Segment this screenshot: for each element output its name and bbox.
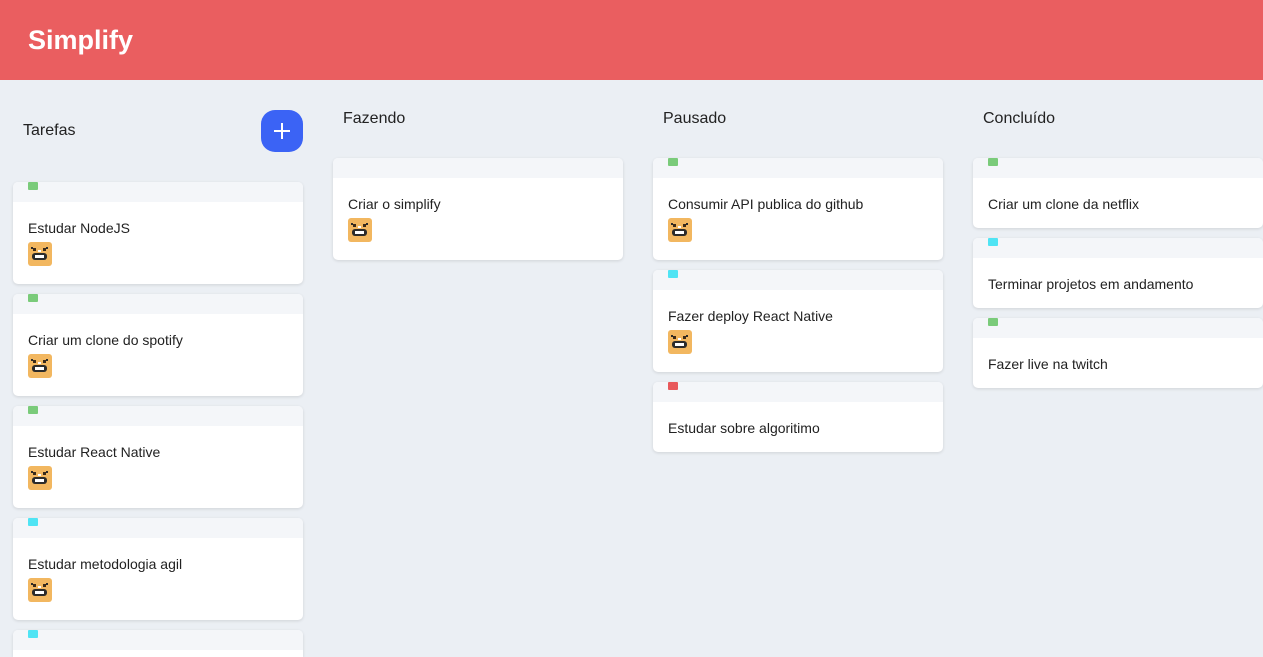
task-card[interactable]: Estudar NodeJS [13, 182, 303, 284]
label-tag [28, 294, 38, 302]
avatar-icon [28, 354, 52, 378]
label-tag [668, 270, 678, 278]
task-title: Terminar projetos em andamento [988, 276, 1194, 292]
column-title: Pausado [663, 110, 727, 127]
avatar-icon [348, 218, 372, 242]
label-tag [28, 406, 38, 414]
label-tag [988, 318, 998, 326]
app-title: Simplify [28, 25, 134, 55]
task-title: Estudar sobre algoritimo [668, 420, 820, 436]
column-title: Fazendo [343, 110, 406, 127]
avatar-icon [28, 242, 52, 266]
task-title: Criar o simplify [348, 196, 441, 212]
task-card[interactable]: Fazer deploy React Native [653, 270, 943, 372]
label-tag [28, 518, 38, 526]
plus-icon [274, 123, 290, 139]
avatar-icon [668, 218, 692, 242]
task-title: Fazer live na twitch [988, 356, 1108, 372]
task-card[interactable]: Terminar projetos em andamento [973, 238, 1263, 308]
avatar-icon [668, 330, 692, 354]
task-card[interactable]: Fazer live na twitch [973, 318, 1263, 388]
label-tag [28, 630, 38, 638]
task-title: Criar um clone da netflix [988, 196, 1139, 212]
task-card[interactable]: Criar um clone do spotify [13, 294, 303, 396]
task-card[interactable]: Estudar React Native [13, 406, 303, 508]
app-header: Simplify [0, 0, 1263, 80]
task-card[interactable]: Estudar sobre algoritimo [653, 382, 943, 452]
task-card[interactable]: Consumir API publica do github [653, 158, 943, 260]
task-title: Estudar React Native [28, 444, 161, 460]
task-title: Criar um clone do spotify [28, 332, 183, 348]
task-card[interactable] [13, 630, 303, 657]
label-tag [988, 238, 998, 246]
avatar-icon [28, 466, 52, 490]
task-title: Estudar NodeJS [28, 220, 130, 236]
task-title: Consumir API publica do github [668, 196, 864, 212]
column-title: Tarefas [23, 122, 76, 139]
task-title: Estudar metodologia agil [28, 556, 183, 572]
avatar-icon [28, 578, 52, 602]
label-tag [668, 158, 678, 166]
column-title: Concluído [983, 110, 1056, 127]
label-tag [668, 382, 678, 390]
task-card[interactable]: Estudar metodologia agil [13, 518, 303, 620]
label-tag [28, 182, 38, 190]
task-title: Fazer deploy React Native [668, 308, 833, 324]
add-task-button[interactable] [261, 110, 303, 152]
task-card[interactable]: Criar o simplify [333, 158, 623, 260]
task-card[interactable]: Criar um clone da netflix [973, 158, 1263, 228]
label-tag [988, 158, 998, 166]
